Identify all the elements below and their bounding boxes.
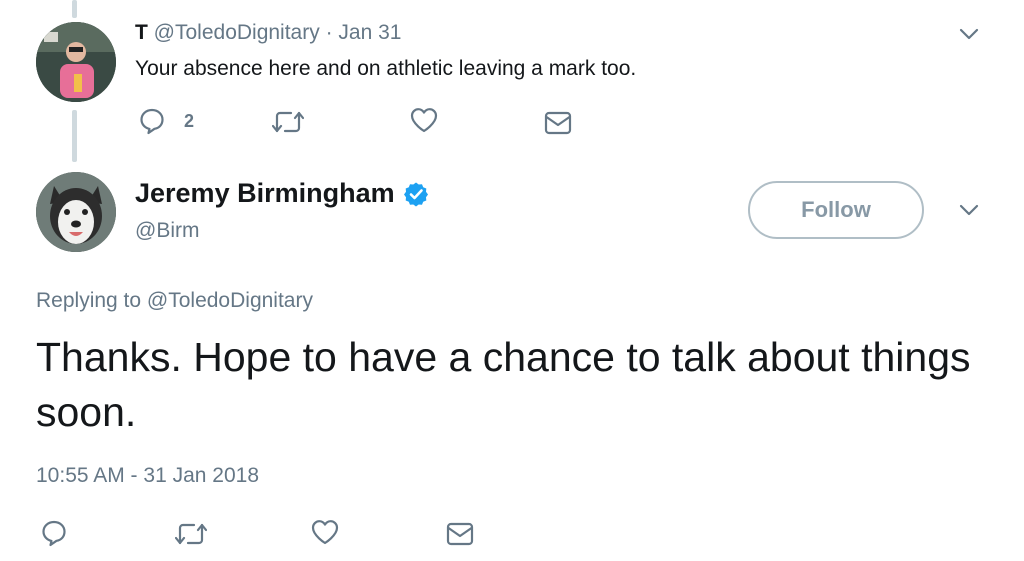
tweet-text: Thanks. Hope to have a chance to talk ab… bbox=[36, 334, 971, 435]
thread-line-bottom bbox=[72, 110, 77, 162]
message-icon bbox=[544, 111, 572, 135]
author-handle[interactable]: @Birm bbox=[135, 219, 199, 243]
reply-tweet-text: Your absence here and on athletic leavin… bbox=[135, 57, 637, 80]
reply-count: 2 bbox=[184, 110, 195, 131]
retweet-action-button[interactable] bbox=[272, 109, 304, 135]
tweet-menu-button[interactable] bbox=[958, 202, 980, 218]
reply-tweet-date[interactable]: Jan 31 bbox=[338, 21, 401, 44]
main-like-button[interactable] bbox=[311, 519, 339, 545]
message-action-button[interactable] bbox=[544, 111, 572, 135]
author-name-row: Jeremy Birmingham bbox=[135, 178, 429, 209]
like-icon bbox=[410, 108, 438, 133]
header-separator: · bbox=[325, 21, 333, 44]
reply-icon bbox=[42, 520, 66, 547]
follow-button[interactable]: Follow bbox=[748, 181, 924, 239]
replying-to-prefix: Replying to bbox=[36, 289, 142, 312]
thread-line-top bbox=[72, 0, 77, 18]
reply-tweet-menu-button[interactable] bbox=[958, 26, 980, 42]
reply-author-name[interactable]: T bbox=[135, 21, 148, 44]
retweet-icon bbox=[272, 111, 304, 133]
replying-to-handle[interactable]: @ToledoDignitary bbox=[147, 289, 313, 312]
reply-author-avatar[interactable] bbox=[36, 22, 116, 102]
main-retweet-button[interactable] bbox=[175, 521, 207, 547]
like-icon bbox=[311, 520, 339, 545]
main-message-button[interactable] bbox=[446, 522, 474, 546]
main-reply-button[interactable] bbox=[40, 519, 68, 547]
verified-badge-icon bbox=[403, 182, 428, 206]
tweet-timestamp[interactable]: 10:55 AM - 31 Jan 2018 bbox=[36, 464, 259, 488]
chevron-down-icon bbox=[959, 204, 979, 216]
retweet-icon bbox=[175, 523, 207, 545]
reply-author-handle[interactable]: @ToledoDignitary bbox=[154, 21, 320, 44]
reply-icon bbox=[140, 108, 164, 135]
message-icon bbox=[446, 522, 474, 546]
like-action-button[interactable] bbox=[410, 107, 438, 133]
author-name[interactable]: Jeremy Birmingham bbox=[135, 178, 395, 209]
chevron-down-icon bbox=[959, 28, 979, 40]
author-avatar[interactable] bbox=[36, 172, 116, 252]
replying-to-line: Replying to @ToledoDignitary bbox=[36, 289, 313, 313]
reply-action-button[interactable]: 2 bbox=[138, 107, 194, 135]
reply-tweet-header: T @ToledoDignitary · Jan 31 bbox=[135, 21, 401, 45]
